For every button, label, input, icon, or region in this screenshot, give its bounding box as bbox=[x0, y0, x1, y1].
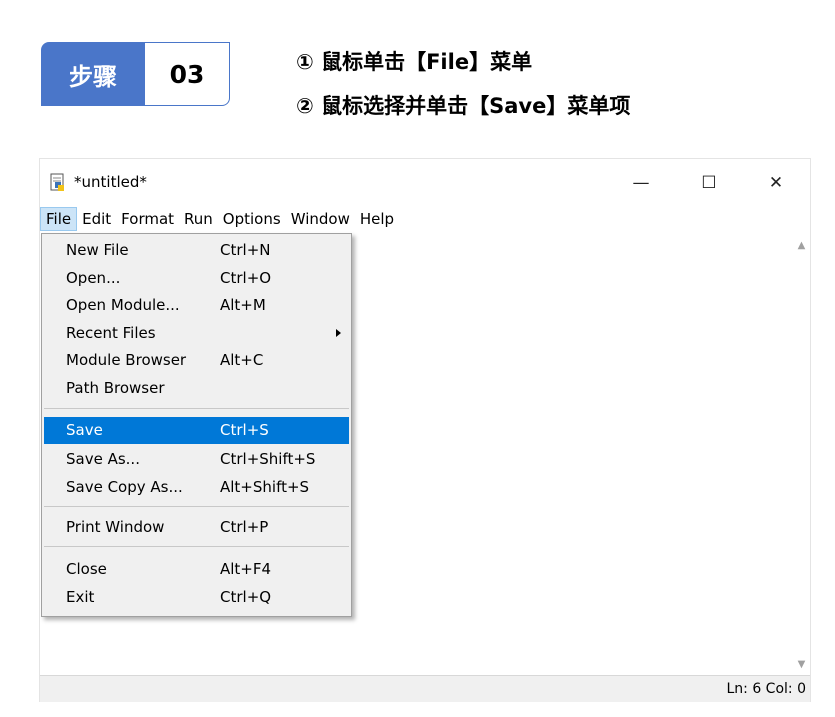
menu-item-label: Close bbox=[66, 560, 107, 578]
menu-item-module-browser[interactable]: Module Browser Alt+C bbox=[44, 347, 349, 374]
menu-item-label: Save Copy As... bbox=[66, 478, 183, 496]
menu-item-shortcut: Ctrl+N bbox=[220, 241, 271, 259]
menu-separator bbox=[44, 506, 349, 507]
menu-separator bbox=[44, 546, 349, 547]
menu-item-save-copy-as[interactable]: Save Copy As... Alt+Shift+S bbox=[44, 474, 349, 501]
menu-item-shortcut: Ctrl+O bbox=[220, 269, 272, 287]
step-label: 步骤 bbox=[41, 42, 145, 106]
title-bar[interactable]: *untitled* — ☐ ✕ bbox=[40, 159, 810, 205]
maximize-button[interactable]: ☐ bbox=[686, 167, 732, 199]
menu-item-new-file[interactable]: New File Ctrl+N bbox=[44, 237, 349, 264]
menu-item-label: Print Window bbox=[66, 518, 165, 536]
menu-bar: File Edit Format Run Options Window Help bbox=[40, 207, 399, 231]
menu-item-shortcut: Ctrl+P bbox=[220, 518, 269, 536]
menu-file[interactable]: File bbox=[40, 207, 78, 231]
python-file-icon bbox=[50, 173, 64, 191]
close-button[interactable]: ✕ bbox=[753, 167, 799, 199]
menu-edit[interactable]: Edit bbox=[77, 207, 116, 231]
menu-item-shortcut: Ctrl+Q bbox=[220, 588, 272, 606]
menu-item-print-window[interactable]: Print Window Ctrl+P bbox=[44, 514, 349, 541]
menu-item-label: Exit bbox=[66, 588, 95, 606]
menu-item-exit[interactable]: Exit Ctrl+Q bbox=[44, 584, 349, 611]
menu-item-label: Open... bbox=[66, 269, 121, 287]
menu-item-label: Save bbox=[66, 421, 103, 439]
menu-item-save[interactable]: Save Ctrl+S bbox=[44, 417, 349, 444]
instruction-1: ① 鼠标单击【File】菜单 bbox=[296, 50, 533, 74]
menu-window[interactable]: Window bbox=[286, 207, 355, 231]
step-number: 03 bbox=[145, 42, 230, 106]
menu-item-open[interactable]: Open... Ctrl+O bbox=[44, 265, 349, 292]
menu-item-label: New File bbox=[66, 241, 129, 259]
vertical-scrollbar[interactable]: ▲ ▼ bbox=[793, 233, 810, 675]
submenu-arrow-icon bbox=[336, 329, 341, 337]
menu-run[interactable]: Run bbox=[179, 207, 218, 231]
menu-item-path-browser[interactable]: Path Browser bbox=[44, 375, 349, 402]
menu-item-label: Module Browser bbox=[66, 351, 187, 369]
menu-options[interactable]: Options bbox=[218, 207, 286, 231]
scroll-up-icon[interactable]: ▲ bbox=[793, 237, 810, 254]
menu-item-shortcut: Alt+Shift+S bbox=[220, 478, 310, 496]
menu-item-shortcut: Alt+F4 bbox=[220, 560, 272, 578]
menu-item-open-module[interactable]: Open Module... Alt+M bbox=[44, 292, 349, 319]
menu-help[interactable]: Help bbox=[355, 207, 399, 231]
status-bar: Ln: 6 Col: 0 bbox=[40, 675, 810, 702]
instruction-2: ② 鼠标选择并单击【Save】菜单项 bbox=[296, 94, 631, 118]
line-col-status: Ln: 6 Col: 0 bbox=[726, 681, 806, 697]
step-badge: 步骤 03 bbox=[41, 42, 231, 106]
file-menu-dropdown: New File Ctrl+N Open... Ctrl+O Open Modu… bbox=[41, 233, 352, 617]
menu-item-shortcut: Ctrl+S bbox=[220, 421, 269, 439]
menu-format[interactable]: Format bbox=[116, 207, 179, 231]
menu-item-close[interactable]: Close Alt+F4 bbox=[44, 556, 349, 583]
menu-separator bbox=[44, 408, 349, 409]
minimize-button[interactable]: — bbox=[618, 167, 664, 199]
menu-item-recent-files[interactable]: Recent Files bbox=[44, 320, 349, 347]
menu-item-label: Open Module... bbox=[66, 296, 180, 314]
menu-item-shortcut: Ctrl+Shift+S bbox=[220, 450, 316, 468]
scroll-down-icon[interactable]: ▼ bbox=[793, 656, 810, 673]
window-title: *untitled* bbox=[74, 173, 147, 191]
menu-item-shortcut: Alt+C bbox=[220, 351, 264, 369]
menu-item-save-as[interactable]: Save As... Ctrl+Shift+S bbox=[44, 446, 349, 473]
menu-item-shortcut: Alt+M bbox=[220, 296, 266, 314]
menu-item-label: Path Browser bbox=[66, 379, 165, 397]
menu-item-label: Save As... bbox=[66, 450, 140, 468]
menu-item-label: Recent Files bbox=[66, 324, 156, 342]
